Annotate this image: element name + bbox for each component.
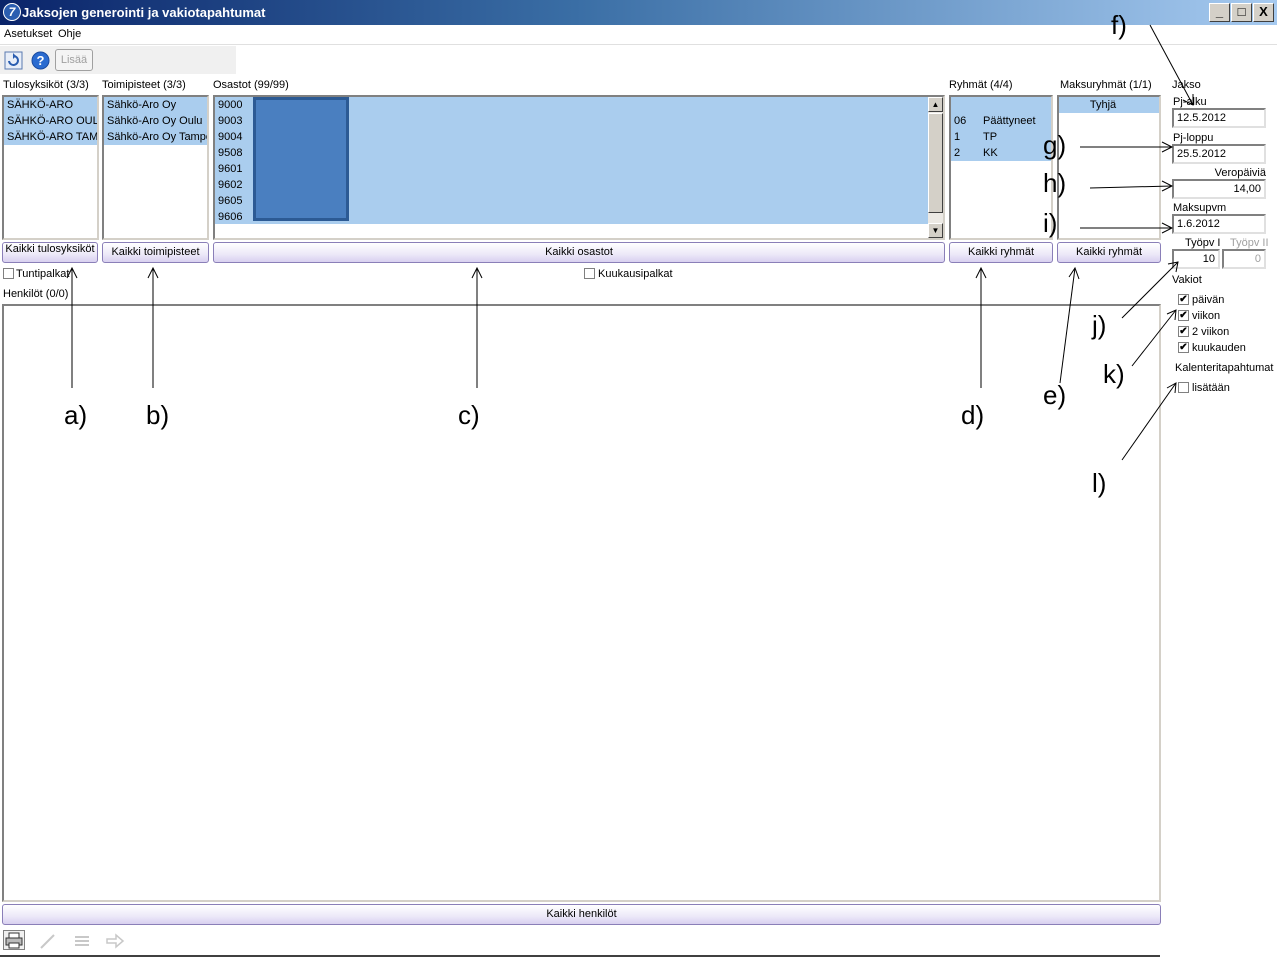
annotation-j: j) [1092,310,1107,340]
annotation-c: c) [458,400,480,430]
annotation-a: a) [64,400,88,430]
annotation-h: h) [1043,168,1067,198]
annotation-k: k) [1103,359,1125,389]
annotation-i: i) [1043,208,1058,238]
annotation-f: f) [1111,10,1127,40]
annotation-e: e) [1043,380,1067,410]
annotation-b: b) [146,400,170,430]
annotation-d: d) [961,400,985,430]
annotation-g: g) [1043,130,1067,160]
annotation-l: l) [1092,468,1107,498]
annotation-arrows [66,24,1194,461]
